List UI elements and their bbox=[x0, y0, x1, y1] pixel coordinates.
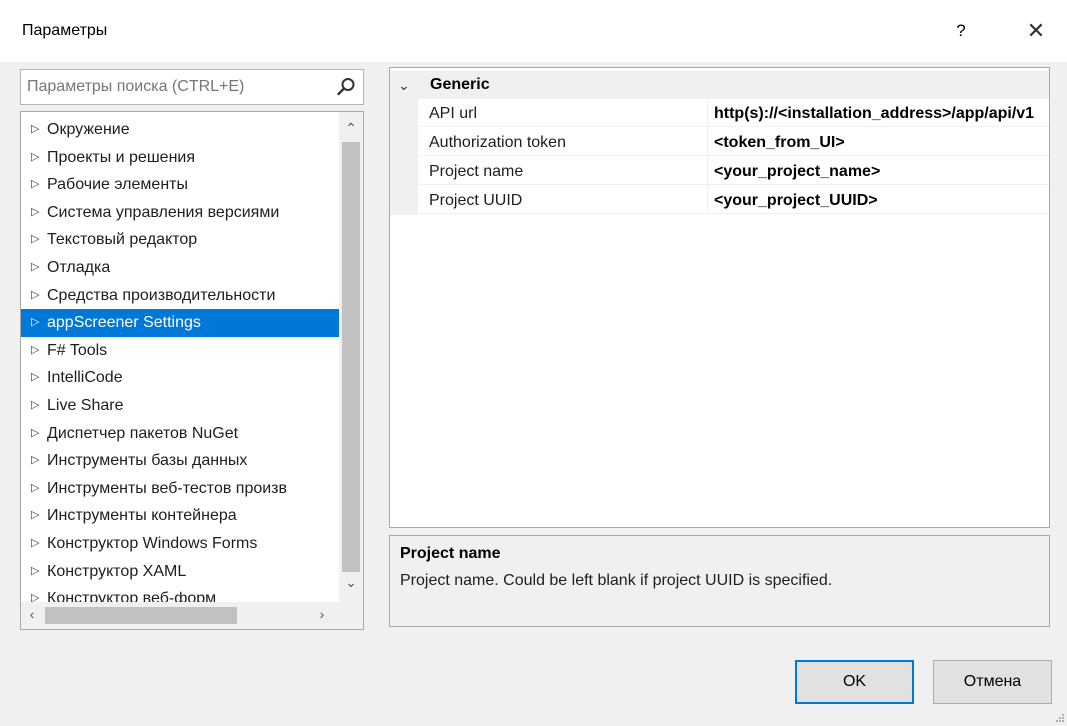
tree-item[interactable]: ▷ Инструменты веб-тестов произв bbox=[21, 475, 339, 503]
tree-item[interactable]: ▷ IntelliCode bbox=[21, 364, 339, 392]
expand-arrow-icon[interactable]: ▷ bbox=[31, 447, 39, 475]
tree-item[interactable]: ▷ appScreener Settings bbox=[21, 309, 339, 337]
tree-item-label: Окружение bbox=[47, 121, 130, 138]
expand-arrow-icon[interactable]: ▷ bbox=[31, 337, 39, 365]
tree-item[interactable]: ▷ Окружение bbox=[21, 116, 339, 144]
scroll-left-icon[interactable]: ‹ bbox=[23, 606, 41, 624]
tree-item[interactable]: ▷ Диспетчер пакетов NuGet bbox=[21, 420, 339, 448]
property-name[interactable]: API url bbox=[418, 99, 708, 127]
horizontal-scroll-thumb[interactable] bbox=[45, 607, 237, 624]
vertical-scrollbar[interactable]: ⌃ ⌄ bbox=[339, 112, 363, 602]
expand-arrow-icon[interactable]: ▷ bbox=[31, 475, 39, 503]
title-bar: Параметры ? ✕ bbox=[0, 0, 1067, 62]
scroll-up-icon[interactable]: ⌃ bbox=[339, 120, 363, 138]
tree-item-label: appScreener Settings bbox=[47, 314, 201, 332]
property-name[interactable]: Project UUID bbox=[418, 186, 708, 214]
property-row[interactable]: Authorization token <token_from_UI> bbox=[390, 128, 1049, 157]
tree-item[interactable]: ▷ Инструменты контейнера bbox=[21, 502, 339, 530]
dialog-title: Параметры bbox=[22, 22, 108, 39]
tree-item-label: Отладка bbox=[47, 258, 111, 276]
property-value[interactable]: <your_project_name> bbox=[708, 157, 1049, 185]
ok-button[interactable]: OK bbox=[795, 660, 914, 704]
tree-item[interactable]: ▷ Отладка bbox=[21, 254, 339, 282]
property-value[interactable]: http(s)://<installation_address>/app/api… bbox=[708, 99, 1049, 127]
expand-arrow-icon[interactable]: ▷ bbox=[31, 392, 39, 420]
horizontal-scrollbar[interactable]: ‹ › bbox=[21, 602, 363, 629]
expand-arrow-icon[interactable]: ▷ bbox=[31, 199, 39, 227]
expand-arrow-icon[interactable]: ▷ bbox=[31, 226, 39, 254]
description-panel: Project name Project name. Could be left… bbox=[389, 535, 1050, 627]
tree-item[interactable]: ▷ Live Share bbox=[21, 392, 339, 420]
property-grid: ⌄ Generic API url http(s)://<installation… bbox=[389, 67, 1050, 528]
tree-item[interactable]: ▷ Средства производительности bbox=[21, 282, 339, 310]
expand-arrow-icon[interactable]: ▷ bbox=[31, 116, 39, 144]
tree-item-label: IntelliCode bbox=[47, 369, 123, 387]
tree-item-label: Инструменты базы данных bbox=[47, 452, 248, 470]
expand-arrow-icon[interactable]: ▷ bbox=[31, 254, 39, 282]
tree-item-label: Текстовый редактор bbox=[47, 231, 198, 249]
tree-item[interactable]: ▷ Система управления версиями bbox=[21, 199, 339, 227]
expand-arrow-icon[interactable]: ▷ bbox=[31, 144, 39, 172]
close-button[interactable]: ✕ bbox=[1018, 14, 1054, 48]
search-icon[interactable] bbox=[335, 76, 357, 98]
tree-item-label: Проекты и решения bbox=[47, 148, 195, 166]
row-gutter bbox=[390, 128, 418, 157]
expand-arrow-icon[interactable]: ▷ bbox=[31, 282, 39, 310]
tree-item[interactable]: ▷ Инструменты базы данных bbox=[21, 447, 339, 475]
tree-item-label: Конструктор XAML bbox=[47, 562, 187, 580]
search-input[interactable] bbox=[27, 75, 327, 99]
tree-item[interactable]: ▷ Проекты и решения bbox=[21, 144, 339, 172]
tree-item[interactable]: ▷ Текстовый редактор bbox=[21, 226, 339, 254]
tree-list: ▷ Окружение ▷ Проекты и решения ▷ Рабочие эле… bbox=[21, 116, 339, 613]
help-button[interactable]: ? bbox=[946, 16, 976, 46]
tree-item-label: Инструменты контейнера bbox=[47, 507, 237, 525]
row-gutter bbox=[390, 157, 418, 186]
property-row[interactable]: Project name <your_project_name> bbox=[390, 157, 1049, 186]
cancel-button[interactable]: Отмена bbox=[933, 660, 1052, 704]
tree-item-label: Диспетчер пакетов NuGet bbox=[47, 424, 239, 442]
expand-arrow-icon[interactable]: ▷ bbox=[31, 502, 39, 530]
expand-arrow-icon[interactable]: ▷ bbox=[31, 364, 39, 392]
scroll-right-icon[interactable]: › bbox=[313, 606, 331, 624]
property-name[interactable]: Project name bbox=[418, 157, 708, 185]
row-gutter bbox=[390, 99, 418, 128]
expand-arrow-icon[interactable]: ▷ bbox=[31, 530, 39, 558]
scroll-down-icon[interactable]: ⌄ bbox=[339, 574, 363, 592]
category-label: Generic bbox=[430, 76, 490, 93]
tree-item-label: Система управления версиями bbox=[47, 203, 280, 221]
category-generic[interactable]: ⌄ Generic bbox=[390, 71, 1049, 99]
expand-arrow-icon[interactable]: ▷ bbox=[31, 309, 39, 337]
property-value[interactable]: <token_from_UI> bbox=[708, 128, 1049, 156]
resize-grip-icon[interactable] bbox=[1055, 713, 1065, 723]
property-row[interactable]: API url http(s)://<installation_address>/… bbox=[390, 99, 1049, 128]
chevron-down-icon[interactable]: ⌄ bbox=[398, 71, 410, 99]
tree-item[interactable]: ▷ Рабочие элементы bbox=[21, 171, 339, 199]
expand-arrow-icon[interactable]: ▷ bbox=[31, 558, 39, 586]
property-rows: API url http(s)://<installation_address>/… bbox=[390, 99, 1049, 215]
property-row[interactable]: Project UUID <your_project_UUID> bbox=[390, 186, 1049, 215]
property-name[interactable]: Authorization token bbox=[418, 128, 708, 156]
tree-item[interactable]: ▷ F# Tools bbox=[21, 337, 339, 365]
search-box[interactable] bbox=[20, 69, 364, 105]
tree-item-label: Рабочие элементы bbox=[47, 176, 188, 194]
tree-item-label: Средства производительности bbox=[47, 286, 276, 304]
tree-item-label: Конструктор Windows Forms bbox=[47, 534, 258, 552]
expand-arrow-icon[interactable]: ▷ bbox=[31, 171, 39, 199]
description-text: Project name. Could be left blank if pro… bbox=[400, 572, 833, 589]
tree-item-label: F# Tools bbox=[47, 341, 108, 359]
tree-item-label: Инструменты веб-тестов произв bbox=[47, 479, 288, 497]
tree-item[interactable]: ▷ Конструктор XAML bbox=[21, 558, 339, 586]
tree-item[interactable]: ▷ Конструктор Windows Forms bbox=[21, 530, 339, 558]
close-icon: ✕ bbox=[1026, 18, 1046, 43]
tree-item-label: Live Share bbox=[47, 396, 124, 414]
property-value[interactable]: <your_project_UUID> bbox=[708, 186, 1049, 214]
options-tree: ▷ Окружение ▷ Проекты и решения ▷ Рабочие эле… bbox=[20, 111, 364, 630]
description-title: Project name bbox=[400, 545, 501, 562]
vertical-scroll-thumb[interactable] bbox=[342, 142, 360, 572]
row-gutter bbox=[390, 186, 418, 215]
expand-arrow-icon[interactable]: ▷ bbox=[31, 420, 39, 448]
options-dialog: Параметры ? ✕ ▷ Окружение ▷ Проекты и решен… bbox=[0, 0, 1067, 726]
